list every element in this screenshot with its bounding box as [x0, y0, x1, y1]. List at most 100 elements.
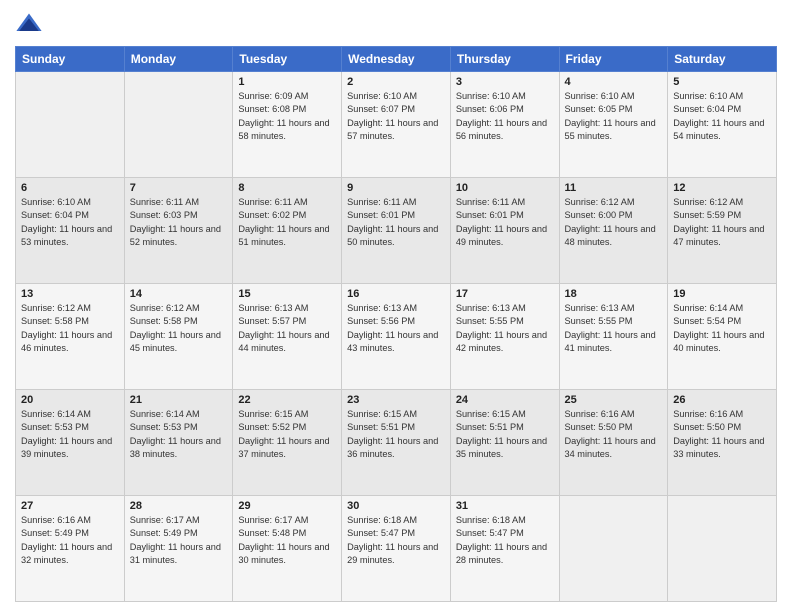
day-number: 29: [238, 500, 336, 512]
week-row-3: 13Sunrise: 6:12 AM Sunset: 5:58 PM Dayli…: [16, 284, 777, 390]
day-cell: [124, 72, 233, 178]
day-number: 14: [130, 288, 228, 300]
day-number: 8: [238, 182, 336, 194]
day-info: Sunrise: 6:13 AM Sunset: 5:57 PM Dayligh…: [238, 302, 336, 355]
day-info: Sunrise: 6:10 AM Sunset: 6:04 PM Dayligh…: [21, 196, 119, 249]
day-number: 3: [456, 76, 554, 88]
day-cell: 11 Sunrise: 6:12 AM Sunset: 6:00 PM Dayli…: [559, 178, 668, 284]
day-cell: 12 Sunrise: 6:12 AM Sunset: 5:59 PM Dayli…: [668, 178, 777, 284]
day-cell: 13Sunrise: 6:12 AM Sunset: 5:58 PM Dayli…: [16, 284, 125, 390]
day-number: 11: [565, 182, 663, 194]
week-row-1: 1 Sunrise: 6:09 AM Sunset: 6:08 PM Daylig…: [16, 72, 777, 178]
day-cell: 24 Sunrise: 6:15 AM Sunset: 5:51 PM Dayli…: [450, 390, 559, 496]
day-number: 19: [673, 288, 771, 300]
day-cell: 8Sunrise: 6:11 AM Sunset: 6:02 PM Daylig…: [233, 178, 342, 284]
day-info: Sunrise: 6:14 AM Sunset: 5:53 PM Dayligh…: [130, 408, 228, 461]
day-info: Sunrise: 6:14 AM Sunset: 5:54 PM Dayligh…: [673, 302, 771, 355]
day-cell: 10 Sunrise: 6:11 AM Sunset: 6:01 PM Dayli…: [450, 178, 559, 284]
day-cell: 9 Sunrise: 6:11 AM Sunset: 6:01 PM Daylig…: [342, 178, 451, 284]
day-number: 26: [673, 394, 771, 406]
day-cell: 26 Sunrise: 6:16 AM Sunset: 5:50 PM Dayli…: [668, 390, 777, 496]
day-cell: [559, 496, 668, 602]
day-cell: 14Sunrise: 6:12 AM Sunset: 5:58 PM Dayli…: [124, 284, 233, 390]
day-cell: 20Sunrise: 6:14 AM Sunset: 5:53 PM Dayli…: [16, 390, 125, 496]
day-cell: 4 Sunrise: 6:10 AM Sunset: 6:05 PM Daylig…: [559, 72, 668, 178]
day-info: Sunrise: 6:15 AM Sunset: 5:52 PM Dayligh…: [238, 408, 336, 461]
day-info: Sunrise: 6:11 AM Sunset: 6:01 PM Dayligh…: [456, 196, 554, 249]
weekday-header-wednesday: Wednesday: [342, 47, 451, 72]
day-number: 2: [347, 76, 445, 88]
day-cell: 22 Sunrise: 6:15 AM Sunset: 5:52 PM Dayli…: [233, 390, 342, 496]
weekday-header-thursday: Thursday: [450, 47, 559, 72]
day-info: Sunrise: 6:10 AM Sunset: 6:05 PM Dayligh…: [565, 90, 663, 143]
day-info: Sunrise: 6:10 AM Sunset: 6:06 PM Dayligh…: [456, 90, 554, 143]
day-cell: [16, 72, 125, 178]
day-info: Sunrise: 6:16 AM Sunset: 5:50 PM Dayligh…: [673, 408, 771, 461]
day-number: 25: [565, 394, 663, 406]
day-cell: 16 Sunrise: 6:13 AM Sunset: 5:56 PM Dayli…: [342, 284, 451, 390]
weekday-header-friday: Friday: [559, 47, 668, 72]
day-info: Sunrise: 6:10 AM Sunset: 6:07 PM Dayligh…: [347, 90, 445, 143]
day-cell: 31 Sunrise: 6:18 AM Sunset: 5:47 PM Dayli…: [450, 496, 559, 602]
day-info: Sunrise: 6:15 AM Sunset: 5:51 PM Dayligh…: [347, 408, 445, 461]
day-info: Sunrise: 6:13 AM Sunset: 5:55 PM Dayligh…: [456, 302, 554, 355]
day-info: Sunrise: 6:13 AM Sunset: 5:56 PM Dayligh…: [347, 302, 445, 355]
day-number: 7: [130, 182, 228, 194]
day-cell: 7 Sunrise: 6:11 AM Sunset: 6:03 PM Daylig…: [124, 178, 233, 284]
day-info: Sunrise: 6:16 AM Sunset: 5:49 PM Dayligh…: [21, 514, 119, 567]
day-number: 4: [565, 76, 663, 88]
day-number: 16: [347, 288, 445, 300]
day-number: 21: [130, 394, 228, 406]
day-info: Sunrise: 6:16 AM Sunset: 5:50 PM Dayligh…: [565, 408, 663, 461]
day-number: 13: [21, 288, 119, 300]
day-number: 31: [456, 500, 554, 512]
weekday-header-row: SundayMondayTuesdayWednesdayThursdayFrid…: [16, 47, 777, 72]
day-number: 18: [565, 288, 663, 300]
day-number: 23: [347, 394, 445, 406]
day-info: Sunrise: 6:09 AM Sunset: 6:08 PM Dayligh…: [238, 90, 336, 143]
day-cell: 15 Sunrise: 6:13 AM Sunset: 5:57 PM Dayli…: [233, 284, 342, 390]
day-number: 1: [238, 76, 336, 88]
day-info: Sunrise: 6:14 AM Sunset: 5:53 PM Dayligh…: [21, 408, 119, 461]
weekday-header-sunday: Sunday: [16, 47, 125, 72]
day-info: Sunrise: 6:15 AM Sunset: 5:51 PM Dayligh…: [456, 408, 554, 461]
day-cell: 5 Sunrise: 6:10 AM Sunset: 6:04 PM Daylig…: [668, 72, 777, 178]
day-info: Sunrise: 6:17 AM Sunset: 5:48 PM Dayligh…: [238, 514, 336, 567]
day-number: 5: [673, 76, 771, 88]
day-cell: 28 Sunrise: 6:17 AM Sunset: 5:49 PM Dayli…: [124, 496, 233, 602]
day-number: 15: [238, 288, 336, 300]
day-number: 28: [130, 500, 228, 512]
day-info: Sunrise: 6:11 AM Sunset: 6:03 PM Dayligh…: [130, 196, 228, 249]
weekday-header-tuesday: Tuesday: [233, 47, 342, 72]
day-info: Sunrise: 6:18 AM Sunset: 5:47 PM Dayligh…: [456, 514, 554, 567]
day-number: 10: [456, 182, 554, 194]
header: [15, 10, 777, 38]
day-info: Sunrise: 6:10 AM Sunset: 6:04 PM Dayligh…: [673, 90, 771, 143]
day-info: Sunrise: 6:12 AM Sunset: 5:59 PM Dayligh…: [673, 196, 771, 249]
day-info: Sunrise: 6:18 AM Sunset: 5:47 PM Dayligh…: [347, 514, 445, 567]
generalblue-icon: [15, 10, 43, 38]
day-info: Sunrise: 6:17 AM Sunset: 5:49 PM Dayligh…: [130, 514, 228, 567]
day-cell: 21 Sunrise: 6:14 AM Sunset: 5:53 PM Dayli…: [124, 390, 233, 496]
day-info: Sunrise: 6:11 AM Sunset: 6:01 PM Dayligh…: [347, 196, 445, 249]
day-number: 9: [347, 182, 445, 194]
weekday-header-saturday: Saturday: [668, 47, 777, 72]
day-cell: 2 Sunrise: 6:10 AM Sunset: 6:07 PM Daylig…: [342, 72, 451, 178]
day-cell: 29 Sunrise: 6:17 AM Sunset: 5:48 PM Dayli…: [233, 496, 342, 602]
day-number: 6: [21, 182, 119, 194]
week-row-2: 6 Sunrise: 6:10 AM Sunset: 6:04 PM Daylig…: [16, 178, 777, 284]
day-cell: 30 Sunrise: 6:18 AM Sunset: 5:47 PM Dayli…: [342, 496, 451, 602]
day-cell: 27 Sunrise: 6:16 AM Sunset: 5:49 PM Dayli…: [16, 496, 125, 602]
logo: [15, 10, 47, 38]
day-number: 30: [347, 500, 445, 512]
day-number: 12: [673, 182, 771, 194]
day-info: Sunrise: 6:13 AM Sunset: 5:55 PM Dayligh…: [565, 302, 663, 355]
day-cell: 17 Sunrise: 6:13 AM Sunset: 5:55 PM Dayli…: [450, 284, 559, 390]
day-cell: 3 Sunrise: 6:10 AM Sunset: 6:06 PM Daylig…: [450, 72, 559, 178]
day-number: 27: [21, 500, 119, 512]
day-number: 24: [456, 394, 554, 406]
day-number: 17: [456, 288, 554, 300]
day-info: Sunrise: 6:12 AM Sunset: 6:00 PM Dayligh…: [565, 196, 663, 249]
day-number: 22: [238, 394, 336, 406]
day-cell: 1 Sunrise: 6:09 AM Sunset: 6:08 PM Daylig…: [233, 72, 342, 178]
